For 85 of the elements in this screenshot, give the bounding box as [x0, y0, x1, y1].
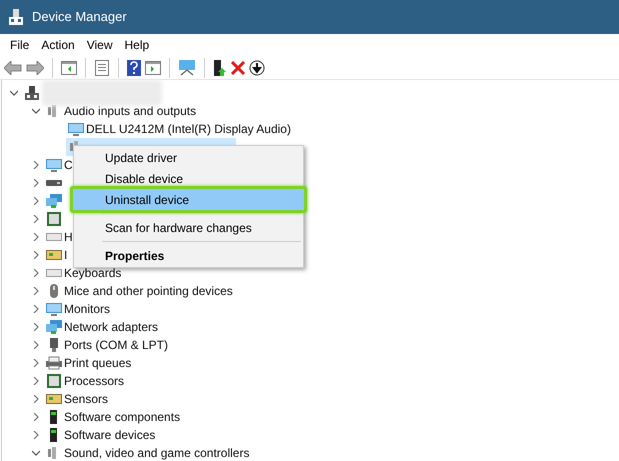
menu-item[interactable]: File [4, 36, 36, 54]
expand-chevron-icon[interactable] [32, 233, 40, 241]
expand-chevron-icon[interactable] [32, 377, 40, 385]
tree-item-label: Print queues [64, 355, 132, 372]
tree-item[interactable]: Software components [44, 408, 184, 426]
expand-chevron-icon[interactable] [32, 431, 40, 439]
tree-item-label: Software components [64, 409, 180, 426]
tree-item[interactable]: Monitors [44, 300, 114, 318]
tree-item[interactable]: Print queues [44, 354, 136, 372]
collapse-chevron-icon[interactable] [10, 89, 18, 97]
expand-chevron-icon[interactable] [32, 323, 40, 331]
collapse-chevron-icon[interactable] [32, 449, 40, 457]
expand-chevron-icon[interactable] [32, 287, 40, 295]
tree-item-label: Software devices [64, 427, 156, 444]
tree-item[interactable]: Software devices [44, 426, 160, 444]
help-icon[interactable] [127, 60, 141, 76]
tree-item-label: Network adapters [64, 319, 158, 336]
tree-item[interactable]: Sound, video and game controllers [44, 444, 254, 461]
tree-item-label: Processors [64, 373, 124, 390]
expand-chevron-icon[interactable] [32, 359, 40, 367]
tree-item-label: Audio inputs and outputs [64, 103, 196, 120]
tree-item[interactable]: Ports (COM & LPT) [44, 336, 172, 354]
collapse-chevron-icon[interactable] [32, 107, 40, 115]
tree-item-label: Mice and other pointing devices [64, 283, 233, 300]
keyboard-icon [46, 266, 62, 280]
expand-chevron-icon[interactable] [32, 395, 40, 403]
panel-icon[interactable] [61, 60, 77, 74]
menu-item[interactable]: Disable device [74, 168, 303, 189]
tree-item-label: Keyboards [64, 265, 122, 282]
monitor-icon [46, 302, 62, 316]
add-driver-icon[interactable] [213, 60, 227, 76]
expand-chevron-icon[interactable] [32, 413, 40, 421]
back-arrow-icon[interactable] [4, 60, 22, 74]
menu-item[interactable]: Action [35, 36, 81, 54]
tree-item-label: Ports (COM & LPT) [64, 337, 168, 354]
monitor-icon [68, 122, 84, 136]
menu-item[interactable]: View [80, 36, 118, 54]
expand-chevron-icon[interactable] [32, 179, 40, 187]
scan-monitor-icon[interactable] [178, 60, 196, 76]
menu-item[interactable]: Scan for hardware changes [74, 217, 303, 238]
expand-chevron-icon[interactable] [32, 341, 40, 349]
sensor-icon [46, 392, 62, 406]
tree-item[interactable]: I [44, 246, 72, 264]
tree-item[interactable]: Keyboards [44, 264, 126, 282]
monitor-icon [46, 158, 62, 172]
device-icon [24, 86, 40, 100]
tree-item[interactable]: H [44, 228, 77, 246]
expand-chevron-icon[interactable] [32, 161, 40, 169]
menu-item[interactable]: Update driver [74, 147, 303, 168]
window-title: Device Manager [32, 8, 127, 26]
tree-item-label: C [64, 157, 73, 174]
tree-item-label: DELL U2412M (Intel(R) Display Audio) [86, 121, 291, 138]
panel-icon[interactable] [145, 60, 161, 74]
properties-icon[interactable] [94, 60, 110, 76]
forward-arrow-icon[interactable] [26, 60, 44, 74]
tree-item-label: Sound, video and game controllers [64, 445, 250, 461]
tree-item[interactable]: Sensors [44, 390, 112, 408]
expand-chevron-icon[interactable] [32, 251, 40, 259]
menu-item[interactable]: Help [118, 36, 156, 54]
tree-item[interactable]: DELL U2412M (Intel(R) Display Audio) [66, 120, 295, 138]
close-icon[interactable] [231, 60, 245, 74]
keyboard-icon [46, 230, 62, 244]
network-icon [46, 194, 62, 208]
expand-chevron-icon[interactable] [32, 269, 40, 277]
tree-item[interactable]: Processors [44, 372, 128, 390]
device-manager-icon [8, 9, 24, 25]
tree-item[interactable]: Audio inputs and outputs [44, 102, 200, 120]
tree-item-label: H [64, 229, 73, 246]
sensor-icon [46, 248, 62, 262]
chip-icon [46, 374, 62, 388]
chip-icon [46, 212, 62, 226]
expand-chevron-icon[interactable] [32, 305, 40, 313]
tree-item[interactable]: Mice and other pointing devices [44, 282, 237, 300]
menu-item[interactable]: Properties [74, 245, 303, 266]
tree-item-label: Monitors [64, 301, 110, 318]
tree-item[interactable]: Network adapters [44, 318, 162, 336]
printer-icon [46, 356, 62, 370]
tree-item[interactable]: C [44, 156, 77, 174]
tree-item-label: Sensors [64, 391, 108, 408]
down-arrow-circle-icon[interactable] [249, 60, 265, 76]
expand-chevron-icon[interactable] [32, 215, 40, 223]
expand-chevron-icon[interactable] [32, 197, 40, 205]
network-icon [46, 320, 62, 334]
menu-item[interactable]: Uninstall device [70, 186, 307, 213]
tree-item-label: I [64, 247, 68, 264]
